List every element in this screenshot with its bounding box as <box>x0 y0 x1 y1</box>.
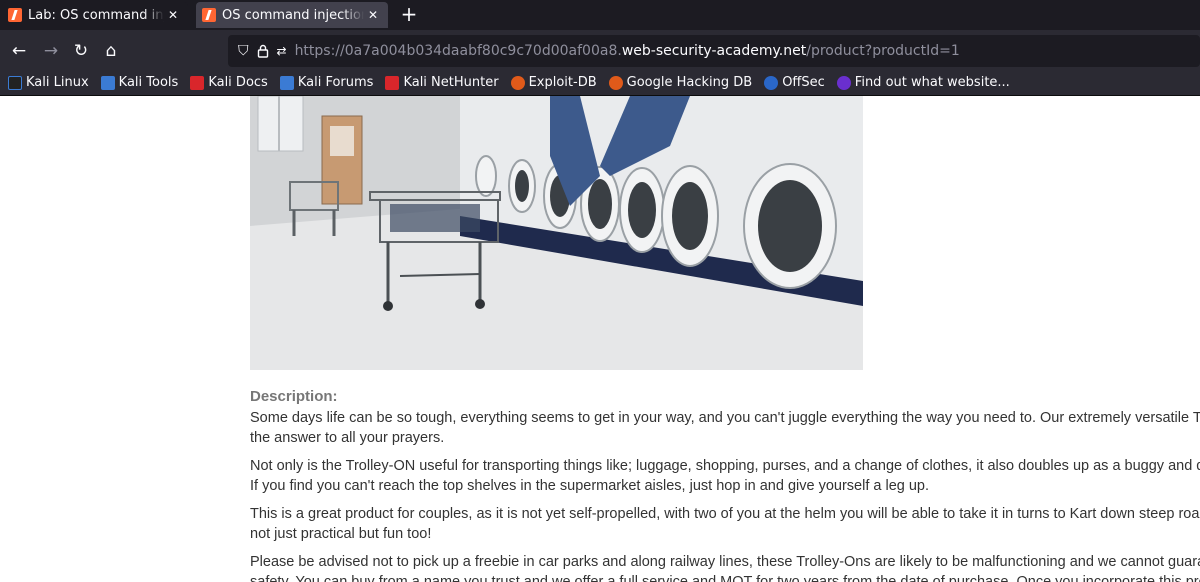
bookmark-kali-docs[interactable]: Kali Docs <box>190 75 268 90</box>
url-text[interactable]: https://0a7a004b034daabf80c9c70d00af00a8… <box>295 43 960 59</box>
product-image <box>250 96 863 370</box>
website-icon <box>836 75 851 90</box>
portswigger-icon <box>202 8 216 22</box>
tab-strip: Lab: OS command injection ✕ OS command i… <box>0 0 1200 30</box>
ghdb-icon <box>608 75 623 90</box>
description-paragraph: Not only is the Trolley-ON useful for tr… <box>250 458 1200 494</box>
bookmark-offsec[interactable]: OffSec <box>764 75 825 90</box>
bookmark-kali-linux[interactable]: Kali Linux <box>8 75 89 90</box>
laundromat-illustration <box>250 96 863 370</box>
product-description: Description: Some days life can be so to… <box>250 388 1200 582</box>
close-icon[interactable]: ✕ <box>366 8 380 22</box>
kali-tools-icon <box>100 75 115 90</box>
forward-button[interactable]: → <box>38 38 64 64</box>
kali-nethunter-icon <box>385 75 400 90</box>
tab-title: Lab: OS command injection <box>28 7 164 23</box>
description-label: Description: <box>250 388 338 405</box>
kali-docs-icon <box>190 75 205 90</box>
bookmark-kali-nethunter[interactable]: Kali NetHunter <box>385 75 499 90</box>
bookmarks-toolbar: Kali Linux Kali Tools Kali Docs Kali For… <box>0 70 1200 96</box>
navigation-toolbar: ← → ↻ ⌂ ⛉ ⇄ https://0a7a004b034daabf80c9… <box>0 30 1200 70</box>
kali-dragon-icon <box>8 75 22 90</box>
bookmark-kali-forums[interactable]: Kali Forums <box>279 75 373 90</box>
bookmark-exploit-db[interactable]: Exploit-DB <box>510 75 597 90</box>
description-paragraph: Some days life can be so tough, everythi… <box>250 410 1200 446</box>
close-icon[interactable]: ✕ <box>166 8 180 22</box>
bookmark-find-out-what-website[interactable]: Find out what website... <box>836 75 1010 90</box>
description-paragraph: This is a great product for couples, as … <box>250 506 1200 542</box>
reload-button[interactable]: ↻ <box>68 38 94 64</box>
back-button[interactable]: ← <box>6 38 32 64</box>
tab-title: OS command injection, si <box>222 7 364 23</box>
home-button[interactable]: ⌂ <box>98 38 124 64</box>
permissions-icon[interactable]: ⇄ <box>277 44 287 58</box>
kali-forums-icon <box>279 75 294 90</box>
portswigger-icon <box>8 8 22 22</box>
tab-lab[interactable]: Lab: OS command injection ✕ <box>2 2 188 28</box>
exploit-db-icon <box>510 75 525 90</box>
tab-os-command-injection[interactable]: OS command injection, si ✕ <box>196 2 388 28</box>
shield-icon[interactable]: ⛉ <box>238 43 249 59</box>
page-content: Description: Some days life can be so to… <box>0 96 1200 582</box>
bookmark-kali-tools[interactable]: Kali Tools <box>100 75 178 90</box>
lock-icon[interactable] <box>257 44 269 58</box>
bookmark-google-hacking-db[interactable]: Google Hacking DB <box>608 75 752 90</box>
offsec-icon <box>764 75 779 90</box>
new-tab-button[interactable]: + <box>398 3 420 27</box>
description-paragraph: Please be advised not to pick up a freeb… <box>250 554 1200 582</box>
address-bar[interactable]: ⛉ ⇄ https://0a7a004b034daabf80c9c70d00af… <box>228 35 1200 67</box>
